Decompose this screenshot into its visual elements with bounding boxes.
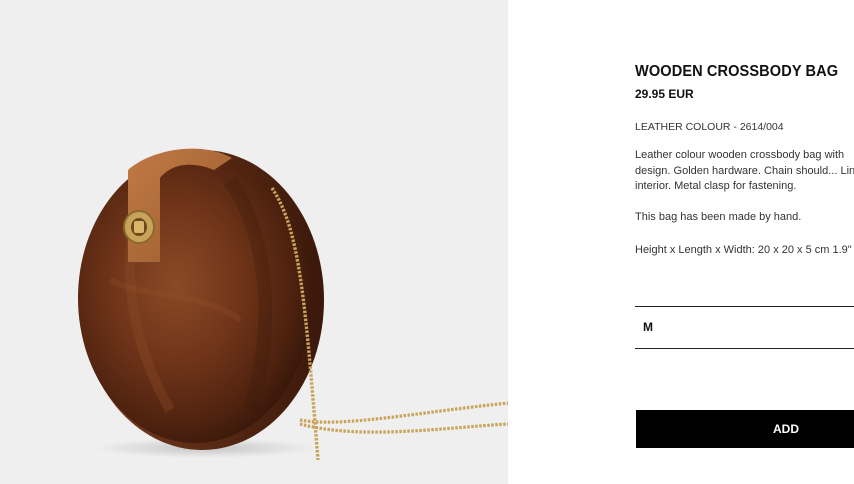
size-selector[interactable]: M [635, 306, 854, 349]
product-image[interactable] [0, 0, 508, 484]
add-to-cart-button[interactable]: ADD [636, 410, 854, 448]
wooden-bag-photo [78, 148, 508, 461]
product-description: Leather colour wooden crossbody bag with… [635, 149, 854, 192]
add-button-label: ADD [773, 422, 799, 436]
product-title: WOODEN CROSSBODY BAG [635, 63, 839, 80]
product-dimensions: Height x Length x Width: 20 x 20 x 5 cm … [635, 244, 852, 256]
product-colour-ref: LEATHER COLOUR - 2614/004 [635, 121, 784, 133]
handmade-note: This bag has been made by hand. [635, 211, 802, 223]
size-selected-value: M [643, 320, 653, 334]
product-price: 29.95 EUR [635, 87, 694, 101]
product-info-panel: WOODEN CROSSBODY BAG 29.95 EUR LEATHER C… [635, 0, 854, 484]
